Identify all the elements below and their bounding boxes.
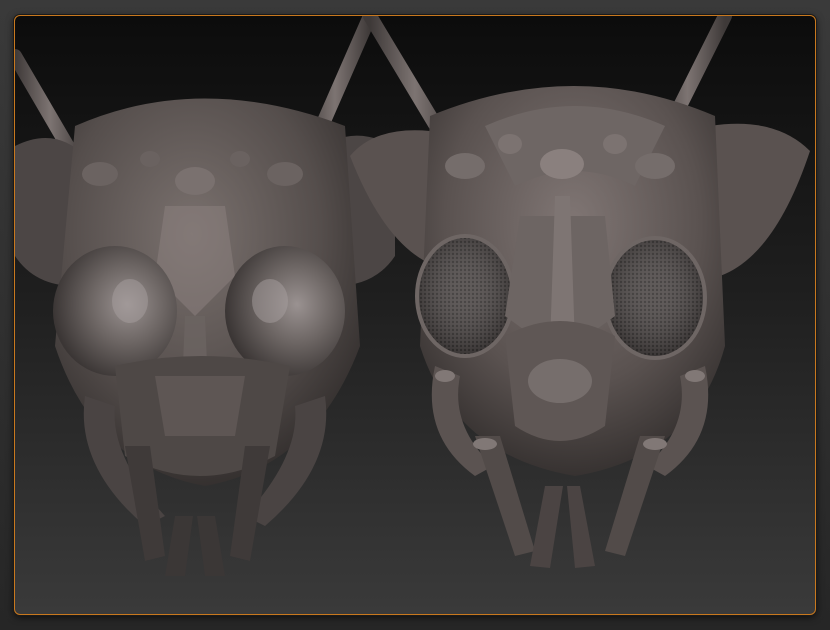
- insect-head-low-detail: [15, 16, 395, 576]
- window-background: [0, 0, 830, 630]
- sculpt-render: [15, 16, 810, 576]
- 3d-viewport[interactable]: [14, 15, 816, 615]
- insect-head-high-detail: [350, 16, 810, 568]
